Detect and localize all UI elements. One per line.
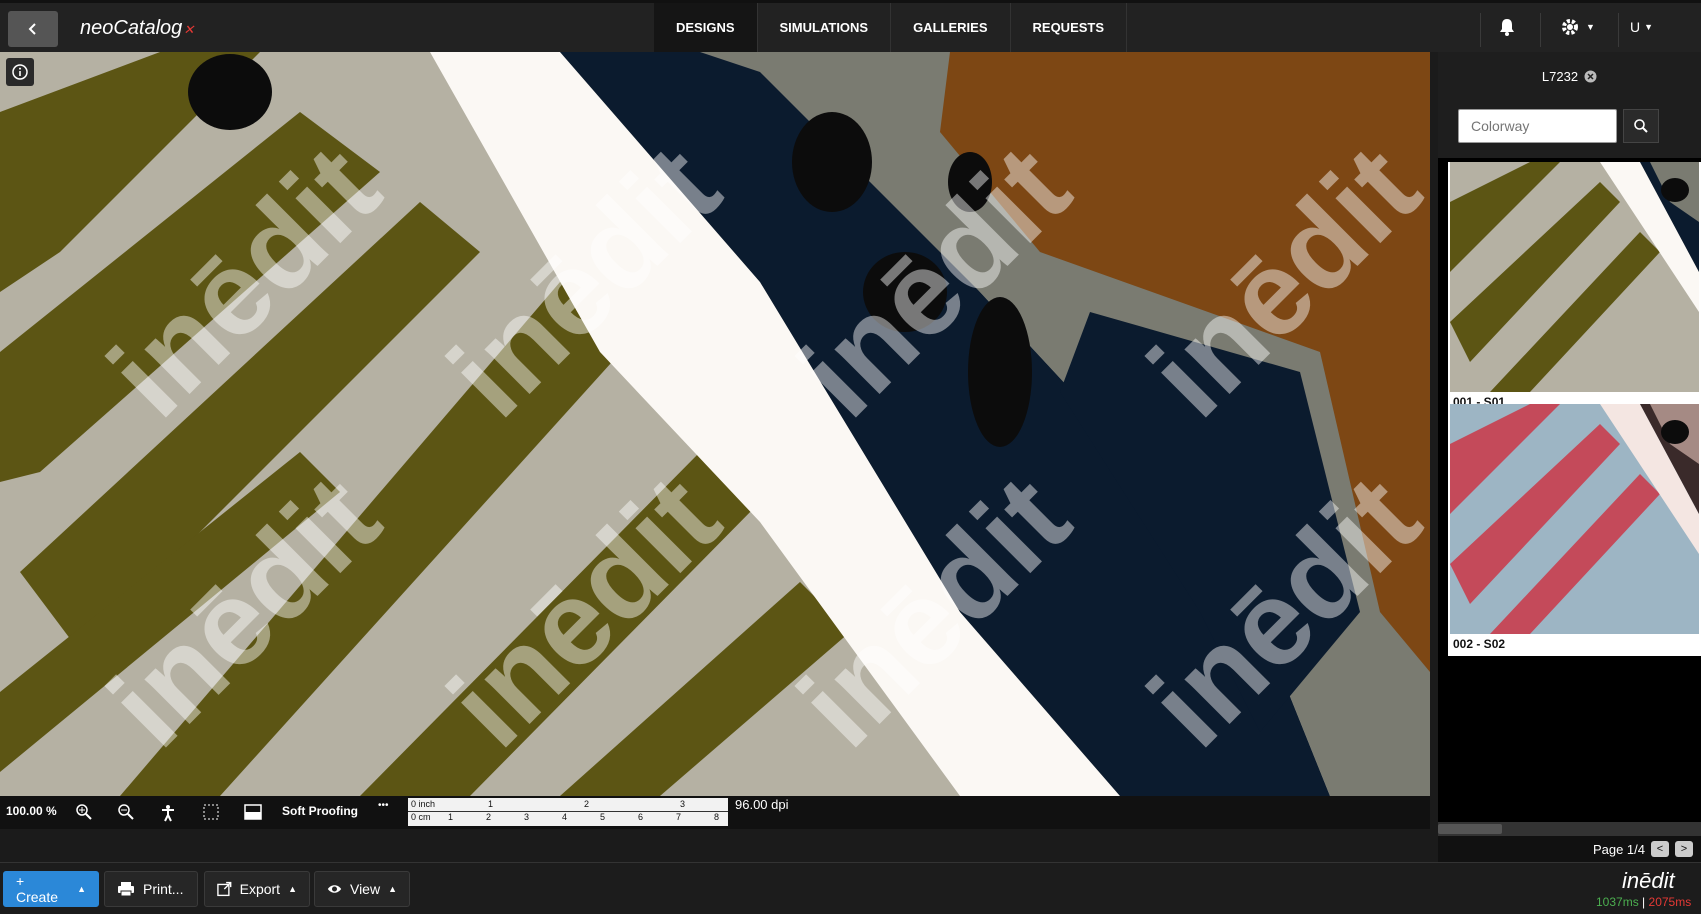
divider — [1480, 13, 1481, 47]
timing-separator: | — [1642, 895, 1646, 909]
caret-down-icon: ▼ — [1644, 22, 1654, 32]
next-page-button[interactable]: > — [1675, 841, 1693, 857]
bell-icon — [1500, 19, 1514, 36]
printer-icon — [118, 882, 134, 897]
caret-up-icon: ▲ — [388, 884, 397, 894]
ruler-tick: 1 — [448, 812, 454, 822]
design-preview-image: inēdit inēdit inēdit inēdit inēdit inēdi… — [0, 52, 1430, 796]
ruler-tick: 2 — [486, 812, 492, 822]
print-label: Print... — [143, 881, 184, 897]
accessibility-icon[interactable] — [160, 804, 176, 822]
tab-simulations[interactable]: SIMULATIONS — [758, 3, 892, 52]
bottom-toolbar: + Create ▲ Print... Export ▲ View ▲ — [0, 862, 1701, 914]
logo-mark-icon: ✕ — [183, 22, 195, 37]
external-link-icon — [217, 881, 232, 897]
caret-up-icon: ▲ — [77, 884, 86, 894]
divider — [1618, 13, 1619, 47]
caret-up-icon: ▲ — [288, 884, 297, 894]
ruler: 0 inch 0 cm 1 2 3 1 2 3 4 5 6 7 8 — [408, 798, 728, 826]
main-nav: DESIGNS SIMULATIONS GALLERIES REQUESTS — [654, 3, 1128, 54]
soft-proofing-label[interactable]: Soft Proofing — [282, 804, 358, 818]
colorway-sidebar: L7232 001 - S01 — [1438, 52, 1701, 862]
ruler-tick: 6 — [638, 812, 644, 822]
app-logo[interactable]: neoCatalog✕ — [80, 17, 194, 40]
search-button[interactable] — [1623, 109, 1659, 143]
pagination: Page 1/4 < > — [1438, 836, 1701, 862]
ruler-tick: 5 — [600, 812, 606, 822]
back-button[interactable] — [8, 11, 58, 47]
create-label: + Create — [16, 873, 59, 905]
timing-readout: 1037ms | 2075ms — [1596, 895, 1691, 909]
divider — [1540, 13, 1541, 47]
ruler-inch-label: 0 inch — [411, 799, 436, 809]
ruler-cm-label: 0 cm — [411, 812, 431, 822]
chevron-left-icon — [28, 23, 36, 35]
info-icon — [12, 64, 28, 80]
ruler-tick: 3 — [680, 799, 686, 809]
design-code-header: L7232 — [1438, 52, 1701, 100]
tab-requests[interactable]: REQUESTS — [1011, 3, 1128, 52]
close-circle-icon[interactable] — [1584, 70, 1597, 83]
colorway-thumbnail — [1450, 404, 1699, 634]
colorway-card[interactable]: 002 - S02 — [1448, 404, 1701, 656]
tab-galleries[interactable]: GALLERIES — [891, 3, 1011, 52]
top-bar: neoCatalog✕ DESIGNS SIMULATIONS GALLERIE… — [0, 0, 1701, 54]
search-icon — [1634, 119, 1648, 133]
ruler-tick: 4 — [562, 812, 568, 822]
selection-icon[interactable] — [203, 804, 219, 820]
gear-icon — [1562, 19, 1578, 35]
soft-proofing-icon[interactable] — [244, 804, 262, 820]
view-label: View — [349, 881, 381, 897]
user-initial: U — [1630, 19, 1641, 35]
prev-page-button[interactable]: < — [1651, 841, 1669, 857]
design-code: L7232 — [1541, 68, 1579, 84]
create-button[interactable]: + Create ▲ — [3, 871, 99, 907]
eye-icon — [327, 885, 342, 893]
ruler-tick: 7 — [676, 812, 682, 822]
more-options-button[interactable]: ••• — [378, 800, 389, 811]
info-button[interactable] — [6, 58, 34, 86]
ruler-tick: 8 — [714, 812, 720, 822]
page-indicator: Page 1/4 — [1592, 841, 1645, 857]
settings-menu[interactable]: ▼ — [1560, 17, 1595, 37]
export-button[interactable]: Export ▲ — [204, 871, 310, 907]
caret-down-icon: ▼ — [1586, 22, 1595, 32]
zoom-out-icon[interactable] — [118, 804, 134, 820]
colorway-thumbnail — [1450, 162, 1699, 392]
horizontal-scrollbar[interactable] — [1438, 822, 1701, 836]
dpi-readout: 96.00 dpi — [735, 797, 789, 812]
zoom-level: 100.00 % — [6, 804, 57, 818]
timing-2: 2075ms — [1648, 895, 1692, 909]
viewer-toolbar: 100.00 % Soft Proofing ••• 0 inch 0 cm 1… — [0, 796, 1430, 829]
zoom-in-icon[interactable] — [76, 804, 92, 820]
print-button[interactable]: Print... — [104, 871, 198, 907]
colorway-card[interactable]: 001 - S01 — [1448, 162, 1701, 414]
view-button[interactable]: View ▲ — [314, 871, 410, 907]
colorway-label: 002 - S02 — [1453, 637, 1506, 651]
scroll-thumb[interactable] — [1438, 824, 1502, 834]
colorway-search-input[interactable] — [1458, 109, 1617, 143]
ruler-tick: 1 — [488, 799, 494, 809]
tab-designs[interactable]: DESIGNS — [654, 3, 758, 54]
timing-1: 1037ms — [1596, 895, 1639, 909]
notifications-button[interactable] — [1498, 17, 1516, 42]
ruler-tick: 3 — [524, 812, 530, 822]
user-menu[interactable]: U ▼ — [1630, 19, 1653, 35]
design-canvas[interactable]: inēdit inēdit inēdit inēdit inēdit inēdi… — [0, 52, 1430, 796]
export-label: Export — [239, 881, 281, 897]
inedit-logo: inēdit — [1622, 868, 1675, 893]
ruler-tick: 2 — [584, 799, 590, 809]
